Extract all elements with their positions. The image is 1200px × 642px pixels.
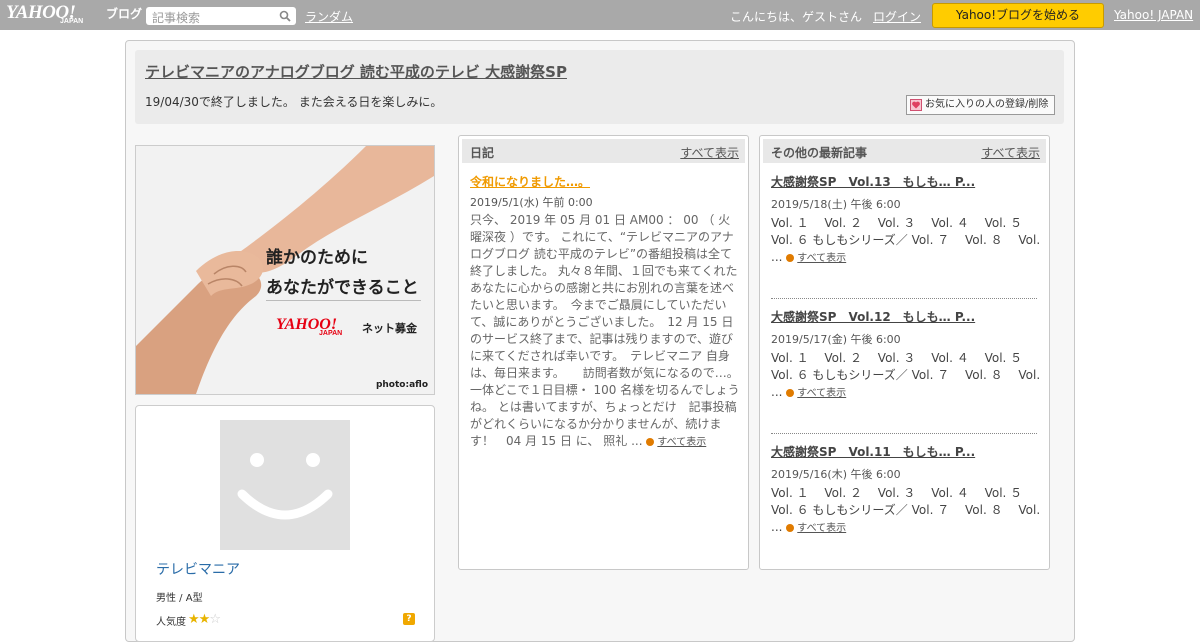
banner-photo-credit: photo:aflo	[375, 380, 428, 390]
diary-view-all-link[interactable]: すべて表示	[680, 144, 739, 161]
list-item: 大感謝祭SP Vol.12 もしも… P... 2019/5/17(金) 午後 …	[771, 308, 1041, 402]
diary-post-body: 只今、 2019 年 05 月 01 日 AM00 ： 00 （ 火曜深夜 ）で…	[470, 212, 745, 451]
diary-header: 日記 すべて表示	[462, 139, 745, 163]
diary-heading: 日記	[470, 146, 495, 160]
divider	[771, 433, 1037, 434]
random-link[interactable]: ランダム	[305, 8, 353, 25]
article-more-link[interactable]: すべて表示	[797, 388, 846, 399]
diary-panel: 日記 すべて表示 令和になりました…。 2019/5/1(水) 午前 0:00 …	[458, 135, 749, 570]
help-icon[interactable]: ?	[403, 613, 415, 625]
article-more-link[interactable]: すべて表示	[797, 523, 846, 534]
star-filled-icon: ★	[198, 612, 211, 627]
favorite-register-label: お気に入りの人の登録/削除	[925, 99, 1049, 110]
article-body: Vol. １ Vol. ２ Vol. ３ Vol. ４ Vol. ５ Vol. …	[771, 350, 1041, 402]
article-date: 2019/5/16(木) 午後 6:00	[771, 468, 901, 481]
popularity-stars: ★★☆	[188, 612, 221, 627]
logo-blog-text: ブログ	[106, 7, 143, 21]
article-date: 2019/5/18(土) 午後 6:00	[771, 198, 901, 211]
profile-meta: 男性 / A型	[156, 593, 203, 604]
search-icon[interactable]	[279, 10, 291, 22]
recent-articles-header: その他の最新記事 すべて表示	[763, 139, 1046, 163]
diary-post-more-link[interactable]: すべて表示	[657, 437, 706, 448]
banner-line1: 誰かのために	[266, 248, 368, 268]
banner-service-name: ネット募金	[362, 322, 417, 335]
banner-divider	[266, 300, 421, 301]
logo-japan-text: JAPAN	[60, 18, 84, 25]
recent-articles-panel: その他の最新記事 すべて表示 大感謝祭SP Vol.13 もしも… P... 2…	[759, 135, 1050, 570]
divider	[771, 298, 1037, 299]
article-title[interactable]: 大感謝祭SP Vol.12 もしも… P...	[771, 310, 975, 324]
banner-yahoo-japan-sub: JAPAN	[319, 330, 343, 337]
article-body: Vol. １ Vol. ２ Vol. ３ Vol. ４ Vol. ５ Vol. …	[771, 215, 1041, 267]
article-title[interactable]: 大感謝祭SP Vol.11 もしも… P...	[771, 445, 975, 459]
arrow-right-icon	[786, 388, 795, 397]
heart-icon	[910, 99, 922, 111]
star-empty-icon: ☆	[209, 612, 221, 627]
donation-banner[interactable]: 誰かのために あなたができること YAHOO! JAPAN ネット募金 phot…	[135, 145, 435, 395]
article-more-link[interactable]: すべて表示	[797, 253, 846, 264]
recent-articles-heading: その他の最新記事	[771, 146, 868, 160]
search-input[interactable]: 記事検索	[146, 7, 296, 25]
yahoo-blog-logo[interactable]: YAHOO! JAPAN ブログ	[6, 2, 142, 28]
start-blog-button[interactable]: Yahoo!ブログを始める	[932, 3, 1104, 28]
avatar[interactable]	[220, 420, 350, 550]
top-bar: YAHOO! JAPAN ブログ 記事検索 ランダム こんにちは、ゲストさん ロ…	[0, 0, 1200, 30]
arrow-right-icon	[646, 437, 655, 446]
favorite-register-button[interactable]: お気に入りの人の登録/削除	[906, 95, 1055, 115]
yahoo-japan-link[interactable]: Yahoo! JAPAN	[1114, 8, 1193, 22]
greeting-text: こんにちは、ゲストさん	[730, 10, 863, 24]
banner-line2: あなたができること	[266, 278, 419, 298]
profile-name[interactable]: テレビマニア	[156, 559, 240, 579]
arrow-right-icon	[786, 523, 795, 532]
article-date: 2019/5/17(金) 午後 6:00	[771, 333, 901, 346]
star-filled-icon: ★	[188, 612, 200, 627]
list-item: 大感謝祭SP Vol.11 もしも… P... 2019/5/16(木) 午後 …	[771, 443, 1041, 537]
article-title[interactable]: 大感謝祭SP Vol.13 もしも… P...	[771, 175, 975, 189]
blog-header: テレビマニアのアナログブログ 読む平成のテレビ 大感謝祭SP 19/04/30で…	[135, 50, 1064, 124]
smiley-face-icon	[237, 453, 333, 520]
search-placeholder: 記事検索	[152, 11, 201, 25]
article-body: Vol. １ Vol. ２ Vol. ３ Vol. ４ Vol. ５ Vol. …	[771, 485, 1041, 537]
login-link[interactable]: ログイン	[873, 8, 921, 25]
blog-description: 19/04/30で終了しました。 また会える日を楽しみに。	[145, 95, 443, 109]
popularity-label: 人気度	[156, 617, 186, 628]
list-item: 大感謝祭SP Vol.13 もしも… P... 2019/5/18(土) 午後 …	[771, 173, 1041, 267]
blog-title[interactable]: テレビマニアのアナログブログ 読む平成のテレビ 大感謝祭SP	[145, 61, 567, 82]
diary-post-title[interactable]: 令和になりました…。	[470, 173, 590, 190]
diary-post-text: 只今、 2019 年 05 月 01 日 AM00 ： 00 （ 火曜深夜 ）で…	[470, 213, 745, 448]
recent-articles-view-all-link[interactable]: すべて表示	[981, 144, 1040, 161]
profile-card: テレビマニア 男性 / A型 人気度 ★★☆ ?	[135, 405, 435, 642]
diary-post-date: 2019/5/1(水) 午前 0:00	[470, 196, 593, 209]
handshake-image	[136, 146, 434, 394]
arrow-right-icon	[786, 253, 795, 262]
